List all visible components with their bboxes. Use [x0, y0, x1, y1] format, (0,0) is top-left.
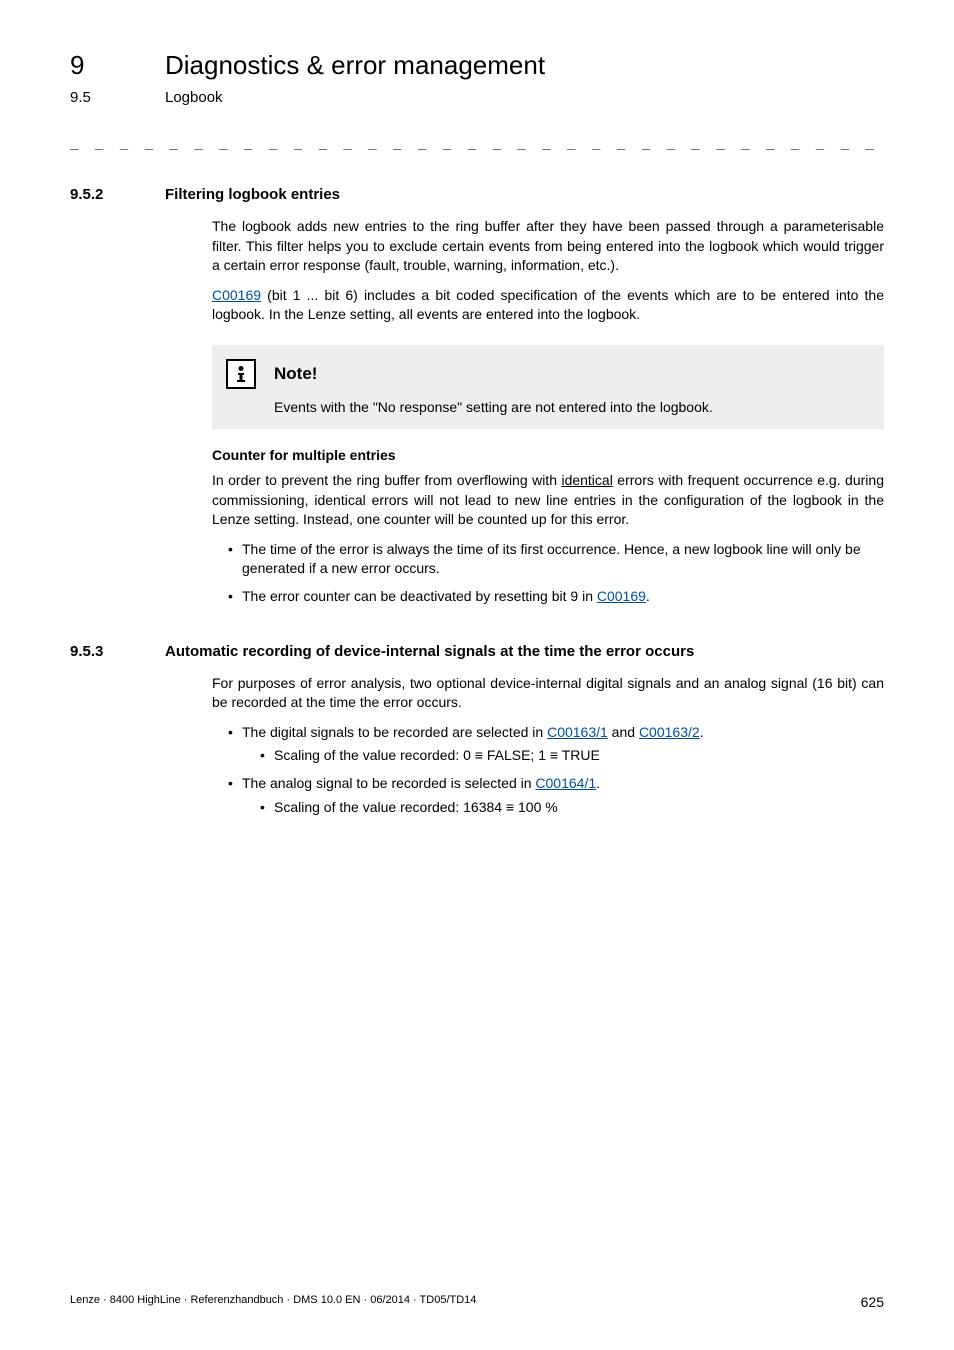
list-item: The error counter can be deactivated by …	[228, 587, 884, 607]
list-text: The error counter can be deactivated by …	[242, 588, 597, 604]
sub-list-item: Scaling of the value recorded: 0 ≡ FALSE…	[260, 746, 884, 766]
note-body: Events with the "No response" setting ar…	[274, 399, 866, 415]
paragraph: In order to prevent the ring buffer from…	[212, 471, 884, 530]
paragraph: For purposes of error analysis, two opti…	[212, 674, 884, 713]
list-item: The analog signal to be recorded is sele…	[228, 774, 884, 817]
paragraph: The logbook adds new entries to the ring…	[212, 217, 884, 276]
paragraph: C00169 (bit 1 ... bit 6) includes a bit …	[212, 286, 884, 325]
paragraph-text: In order to prevent the ring buffer from…	[212, 472, 561, 488]
list-text: and	[608, 724, 639, 740]
subsection-title: Automatic recording of device-internal s…	[165, 643, 694, 660]
code-link[interactable]: C00164/1	[535, 775, 596, 791]
list-item: The time of the error is always the time…	[228, 540, 884, 579]
list-text: .	[646, 588, 650, 604]
list-text: .	[596, 775, 600, 791]
list-item: The digital signals to be recorded are s…	[228, 723, 884, 766]
code-link[interactable]: C00169	[597, 588, 646, 604]
list-text: The analog signal to be recorded is sele…	[242, 775, 535, 791]
subsection-number: 9.5.2	[70, 186, 165, 203]
subsection-title: Filtering logbook entries	[165, 186, 340, 203]
divider: _ _ _ _ _ _ _ _ _ _ _ _ _ _ _ _ _ _ _ _ …	[70, 134, 884, 150]
underlined-text: identical	[561, 472, 612, 488]
page-number: 625	[861, 1294, 884, 1310]
code-link[interactable]: C00163/1	[547, 724, 608, 740]
footer-text: Lenze · 8400 HighLine · Referenzhandbuch…	[70, 1294, 476, 1310]
list-text: .	[700, 724, 704, 740]
note-title: Note!	[274, 364, 317, 384]
section-title: Logbook	[165, 89, 223, 106]
list-text: The digital signals to be recorded are s…	[242, 724, 547, 740]
code-link[interactable]: C00169	[212, 287, 261, 303]
info-icon	[226, 359, 256, 389]
paragraph-text: (bit 1 ... bit 6) includes a bit coded s…	[212, 287, 884, 323]
paragraph-heading: Counter for multiple entries	[212, 447, 884, 463]
section-number: 9.5	[70, 89, 165, 106]
code-link[interactable]: C00163/2	[639, 724, 700, 740]
chapter-title: Diagnostics & error management	[165, 50, 545, 81]
subsection-number: 9.5.3	[70, 643, 165, 660]
chapter-number: 9	[70, 50, 165, 81]
sub-list-item: Scaling of the value recorded: 16384 ≡ 1…	[260, 798, 884, 818]
note-box: Note! Events with the "No response" sett…	[212, 345, 884, 429]
